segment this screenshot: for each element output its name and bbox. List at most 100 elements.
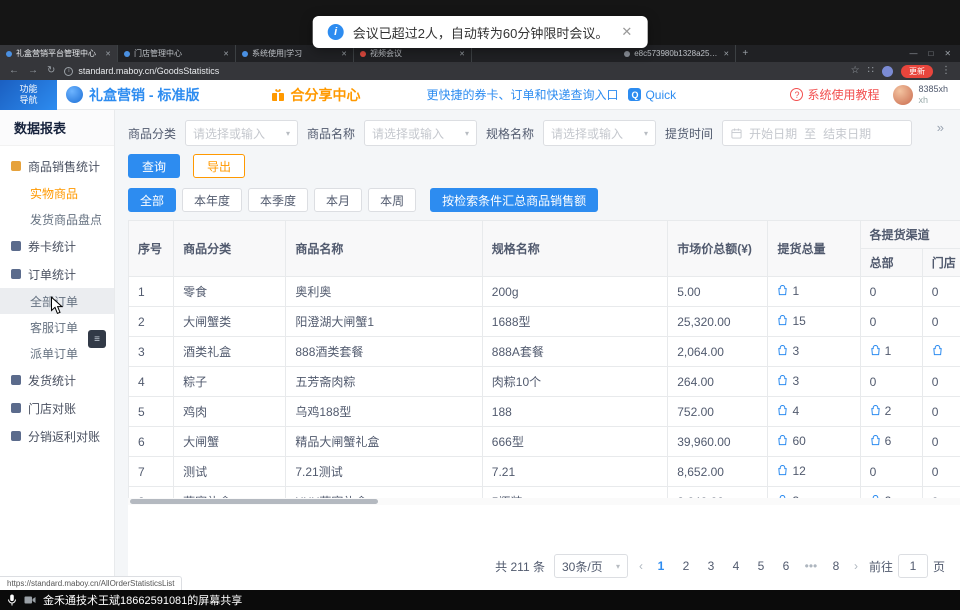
toast-close-icon[interactable]: ✕ <box>621 24 632 40</box>
table-cell: 4 <box>129 367 174 397</box>
table-cell: 0 <box>860 367 922 397</box>
filter-select[interactable]: 请选择或输入▾ <box>364 120 477 146</box>
export-button[interactable]: 导出 <box>193 154 245 178</box>
page-number[interactable]: 6 <box>777 555 795 577</box>
forward-icon[interactable]: → <box>28 66 38 76</box>
info-icon: i <box>328 24 344 40</box>
table-cell: 7 <box>129 457 174 487</box>
sidebar-group[interactable]: 券卡统计 <box>0 232 114 260</box>
tutorial-link[interactable]: ? 系统使用教程 <box>790 86 879 103</box>
new-tab-button[interactable]: + <box>736 45 754 62</box>
page-number[interactable]: 3 <box>702 555 720 577</box>
page-size-select[interactable]: 30条/页 ▾ <box>554 554 628 578</box>
quick-entry-desc[interactable]: 更快捷的券卡、订单和快递查询入口 <box>426 86 618 103</box>
column-subheader: 总部 <box>860 249 922 277</box>
collapse-sidebar-icon[interactable]: » <box>937 120 944 135</box>
scrollbar-thumb[interactable] <box>130 499 378 504</box>
tab-close-icon[interactable]: ✕ <box>105 50 111 58</box>
user-name: 8385xh <box>918 84 948 94</box>
table-row[interactable]: 4粽子五芳斋肉粽肉粽10个264.00300 <box>129 367 960 397</box>
chevron-down-icon: ▾ <box>616 562 620 571</box>
sidebar-item[interactable]: 实物商品 <box>0 180 114 206</box>
range-tab[interactable]: 全部 <box>128 188 176 212</box>
sidebar-group[interactable]: 订单统计 <box>0 260 114 288</box>
tab-close-icon[interactable]: ✕ <box>723 50 729 58</box>
table-row[interactable]: 5鸡肉乌鸡188型188752.00420 <box>129 397 960 427</box>
tab-favicon-icon <box>6 51 12 57</box>
close-icon[interactable]: ✕ <box>944 49 951 58</box>
menu-icon <box>11 241 21 251</box>
table-cell: 60 <box>768 427 860 457</box>
page-number[interactable]: 1 <box>652 555 670 577</box>
filter-label: 商品分类 <box>128 125 176 142</box>
table-cell: 6 <box>860 427 922 457</box>
bookmark-star-icon[interactable]: ☆ <box>851 66 860 76</box>
filter-select[interactable]: 请选择或输入▾ <box>185 120 298 146</box>
sidebar-group[interactable]: 商品销售统计 <box>0 152 114 180</box>
range-tab[interactable]: 本月 <box>314 188 362 212</box>
tab-close-icon[interactable]: ✕ <box>459 50 465 58</box>
sidebar-group[interactable]: 门店对账 <box>0 394 114 422</box>
table-row[interactable]: 1零食奥利奥200g5.00100 <box>129 277 960 307</box>
sidebar-item[interactable]: 发货商品盘点 <box>0 206 114 232</box>
omnibox[interactable]: i standard.maboy.cn/GoodsStatistics <box>64 66 841 76</box>
table-cell: 2 <box>860 397 922 427</box>
user-menu[interactable]: 8385xh xh <box>893 84 948 105</box>
column-header: 序号 <box>129 221 174 277</box>
page-number[interactable]: 8 <box>827 555 845 577</box>
pickup-count: 12 <box>777 464 805 478</box>
table-row[interactable]: 3酒类礼盒888酒类套餐888A套餐2,064.0031 <box>129 337 960 367</box>
table-row[interactable]: 2大闸蟹类阳澄湖大闸蟹11688型25,320.001500 <box>129 307 960 337</box>
pickup-count <box>932 345 947 356</box>
table-cell: 188 <box>482 397 667 427</box>
minimize-icon[interactable]: — <box>909 49 917 58</box>
tab-favicon-icon <box>242 51 248 57</box>
summary-by-criteria-button[interactable]: 按检索条件汇总商品销售额 <box>430 188 598 212</box>
tab-close-icon[interactable]: ✕ <box>341 50 347 58</box>
page-number[interactable]: 5 <box>752 555 770 577</box>
browser-tab[interactable]: 门店管理中心✕ <box>118 45 236 62</box>
range-tab[interactable]: 本季度 <box>248 188 308 212</box>
prev-page-icon[interactable]: ‹ <box>637 559 645 573</box>
reload-icon[interactable]: ↻ <box>47 66 55 76</box>
table-scroll-area[interactable]: 序号商品分类商品名称规格名称市场价总额(¥)提货总量各提货渠道总部门店1零食奥利… <box>128 220 960 505</box>
filter-select[interactable]: 请选择或输入▾ <box>543 120 656 146</box>
goto-page-input[interactable] <box>898 554 928 578</box>
query-button[interactable]: 查询 <box>128 154 180 178</box>
meeting-toast: i 会议已超过2人，自动转为60分钟限时会议。 ✕ <box>313 16 648 48</box>
browser-profile-avatar[interactable] <box>882 66 893 77</box>
next-page-icon[interactable]: › <box>852 559 860 573</box>
share-center-link[interactable]: 合分享中心 <box>271 85 360 105</box>
page-number[interactable]: 4 <box>727 555 745 577</box>
floating-handle[interactable]: ≡ <box>88 330 106 348</box>
browser-menu-icon[interactable]: ⋮ <box>941 66 951 76</box>
table-cell: 3 <box>129 337 174 367</box>
sidebar-item[interactable]: 全部订单 <box>0 288 114 314</box>
quick-link[interactable]: Q Quick <box>628 88 676 102</box>
pickup-date-range-picker[interactable]: 开始日期 至 结束日期 <box>722 120 912 146</box>
table-row[interactable]: 7测试7.21测试7.218,652.001200 <box>129 457 960 487</box>
pickup-value: 60 <box>792 434 805 448</box>
table-cell: 0 <box>922 367 960 397</box>
horizontal-scrollbar[interactable] <box>128 498 960 505</box>
table-row[interactable]: 6大闸蟹精品大闸蟹礼盒666型39,960.006060 <box>129 427 960 457</box>
back-icon[interactable]: ← <box>9 66 19 76</box>
range-row: 全部本年度本季度本月本周 按检索条件汇总商品销售额 <box>128 188 960 212</box>
maximize-icon[interactable]: □ <box>928 49 933 58</box>
table-cell: 大闸蟹 <box>174 427 286 457</box>
site-info-icon[interactable]: i <box>64 67 73 76</box>
tab-favicon-icon <box>624 51 630 57</box>
browser-tab[interactable]: 礼盒营销平台管理中心 ✕ <box>0 45 118 62</box>
browser-update-button[interactable]: 更新 <box>901 65 933 78</box>
function-nav-button[interactable]: 功能导航 <box>0 80 57 110</box>
sidebar-group[interactable]: 分销返利对账 <box>0 422 114 450</box>
tab-label: 礼盒营销平台管理中心 <box>16 48 101 59</box>
sidebar-group[interactable]: 发货统计 <box>0 366 114 394</box>
page-number[interactable]: 2 <box>677 555 695 577</box>
range-tab[interactable]: 本周 <box>368 188 416 212</box>
help-icon: ? <box>790 88 803 101</box>
range-tab[interactable]: 本年度 <box>182 188 242 212</box>
table-cell: 15 <box>768 307 860 337</box>
tab-close-icon[interactable]: ✕ <box>223 50 229 58</box>
extensions-icon[interactable]: ∷ <box>868 66 874 76</box>
